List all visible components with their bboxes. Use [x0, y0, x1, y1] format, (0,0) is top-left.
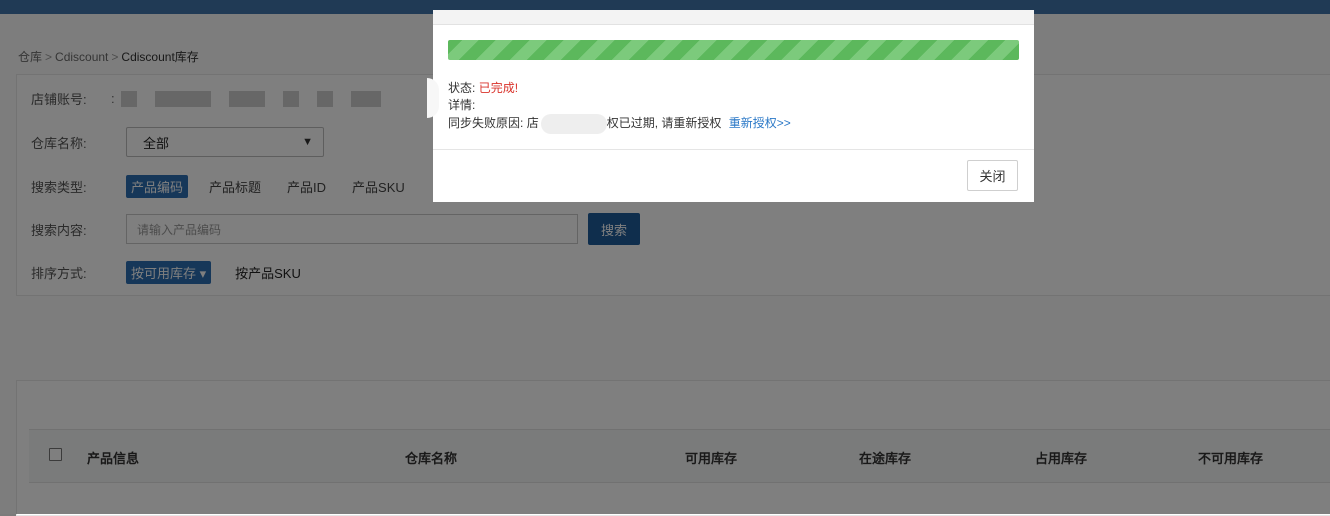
status-value: 已完成! [478, 81, 519, 95]
failure-reason-line: 同步失败原因: 店 权已过期, 请重新授权 重新授权>> [448, 114, 791, 134]
sync-status-details: 状态: 已完成! 详情: 同步失败原因: 店 权已过期, 请重新授权 重新授权>> [448, 80, 791, 134]
status-line: 状态: 已完成! [448, 80, 791, 97]
close-button[interactable]: 关闭 [967, 160, 1018, 191]
reauthorize-link[interactable]: 重新授权>> [729, 116, 791, 130]
redacted-text [540, 114, 607, 134]
failure-reason-text: 权已过期, 请重新授权 [606, 116, 722, 131]
detail-label: 详情: [448, 98, 476, 112]
dialog-header [433, 10, 1034, 25]
side-collapse-tab[interactable] [427, 78, 439, 118]
detail-line: 详情: [448, 97, 791, 114]
sync-status-dialog: 状态: 已完成! 详情: 同步失败原因: 店 权已过期, 请重新授权 重新授权>>… [433, 10, 1034, 202]
status-label: 状态: [448, 81, 476, 95]
dialog-footer: 关闭 [433, 149, 1034, 203]
failure-reason-label: 同步失败原因: [448, 116, 524, 131]
sync-progress-bar [448, 40, 1019, 60]
failure-reason-prefix: 店 [526, 116, 539, 131]
